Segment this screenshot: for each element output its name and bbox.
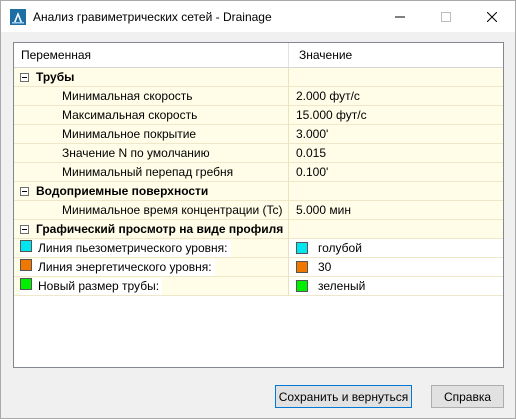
property-label: Минимальный перепад гребня bbox=[14, 163, 289, 182]
grid-header: Переменная Значение bbox=[14, 43, 503, 68]
color-property-row[interactable]: Новый размер трубы: зеленый bbox=[14, 277, 503, 296]
window-title: Анализ гравиметрических сетей - Drainage bbox=[33, 9, 272, 24]
property-row[interactable]: Максимальная скорость 15.000 фут/с bbox=[14, 106, 503, 125]
property-value-cell[interactable]: зеленый bbox=[289, 277, 503, 296]
property-value-cell[interactable]: голубой bbox=[289, 239, 503, 258]
category-row-profile-graphics[interactable]: Графический просмотр на виде профиля bbox=[14, 220, 503, 239]
property-label: Минимальное время концентрации (Tc) bbox=[14, 201, 289, 220]
header-value[interactable]: Значение bbox=[289, 43, 503, 67]
collapse-icon[interactable] bbox=[20, 186, 29, 196]
property-value[interactable]: 2.000 фут/с bbox=[289, 87, 503, 106]
property-value[interactable]: 5.000 мин bbox=[289, 201, 503, 220]
property-value: голубой bbox=[318, 240, 362, 255]
property-value: зеленый bbox=[318, 278, 366, 293]
dialog-window: Анализ гравиметрических сетей - Drainage… bbox=[0, 0, 516, 419]
color-swatch-icon bbox=[20, 258, 32, 271]
collapse-icon[interactable] bbox=[20, 224, 29, 234]
property-row[interactable]: Минимальный перепад гребня 0.100' bbox=[14, 163, 503, 182]
property-value-cell[interactable]: 30 bbox=[289, 258, 503, 277]
category-label: Трубы bbox=[36, 69, 75, 84]
color-swatch-icon bbox=[296, 280, 308, 292]
property-grid[interactable]: Переменная Значение Трубы Минимальная ск… bbox=[13, 42, 504, 368]
category-label: Графический просмотр на виде профиля bbox=[36, 221, 284, 236]
app-icon bbox=[10, 8, 26, 25]
category-label: Водоприемные поверхности bbox=[36, 183, 209, 198]
minimize-icon bbox=[395, 16, 405, 17]
property-row[interactable]: Минимальная скорость 2.000 фут/с bbox=[14, 87, 503, 106]
property-label: Новый размер трубы: bbox=[38, 278, 160, 293]
maximize-button[interactable] bbox=[423, 1, 469, 32]
property-label: Минимальное покрытие bbox=[14, 125, 289, 144]
property-label: Максимальная скорость bbox=[14, 106, 289, 125]
category-row-inlets[interactable]: Водоприемные поверхности bbox=[14, 182, 503, 201]
property-value[interactable]: 0.100' bbox=[289, 163, 503, 182]
property-value[interactable]: 3.000' bbox=[289, 125, 503, 144]
category-row-pipes[interactable]: Трубы bbox=[14, 68, 503, 87]
maximize-icon bbox=[441, 11, 451, 22]
property-label: Линия энергетического уровня: bbox=[38, 259, 212, 274]
color-property-row[interactable]: Линия пьезометрического уровня: голубой bbox=[14, 239, 503, 258]
property-row[interactable]: Значение N по умолчанию 0.015 bbox=[14, 144, 503, 163]
color-swatch-icon bbox=[20, 277, 32, 290]
color-property-row[interactable]: Линия энергетического уровня: 30 bbox=[14, 258, 503, 277]
collapse-icon[interactable] bbox=[20, 72, 29, 82]
save-and-return-button[interactable]: Сохранить и вернуться bbox=[275, 385, 412, 408]
color-swatch-icon bbox=[296, 261, 308, 273]
help-button[interactable]: Справка bbox=[431, 385, 504, 408]
header-variable[interactable]: Переменная bbox=[14, 43, 289, 67]
property-value[interactable]: 0.015 bbox=[289, 144, 503, 163]
close-button[interactable] bbox=[469, 1, 515, 32]
property-row[interactable]: Минимальное время концентрации (Tc) 5.00… bbox=[14, 201, 503, 220]
minimize-button[interactable] bbox=[377, 1, 423, 32]
color-swatch-icon bbox=[296, 242, 308, 254]
property-label: Линия пьезометрического уровня: bbox=[38, 240, 228, 255]
property-value[interactable]: 15.000 фут/с bbox=[289, 106, 503, 125]
color-swatch-icon bbox=[20, 239, 32, 252]
property-row[interactable]: Минимальное покрытие 3.000' bbox=[14, 125, 503, 144]
property-label: Значение N по умолчанию bbox=[14, 144, 289, 163]
close-icon bbox=[487, 11, 497, 22]
title-bar[interactable]: Анализ гравиметрических сетей - Drainage bbox=[1, 1, 515, 32]
property-label: Минимальная скорость bbox=[14, 87, 289, 106]
property-value: 30 bbox=[318, 259, 332, 274]
